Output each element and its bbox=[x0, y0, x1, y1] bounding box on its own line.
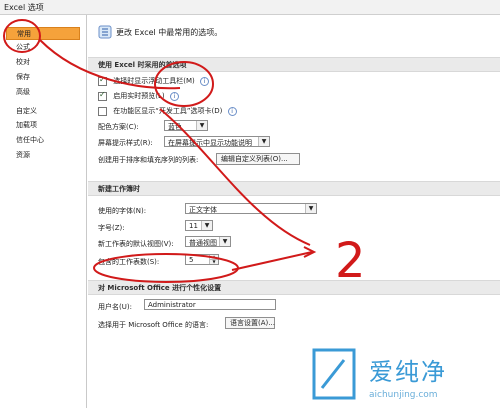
section-preferences: 使用 Excel 时采用的首选项 bbox=[88, 57, 500, 72]
sidebar-item-common[interactable]: 常用 bbox=[6, 27, 80, 40]
sheet-count-stepper[interactable]: 5 ▲ ▼ bbox=[185, 254, 219, 265]
screentip-value: 在屏幕提示中显示功能说明 bbox=[168, 139, 252, 147]
font-value: 正文字体 bbox=[189, 206, 217, 214]
sidebar-item-customize[interactable]: 自定义 bbox=[6, 105, 80, 118]
label-font: 使用的字体(N): bbox=[98, 207, 147, 215]
info-icon: i bbox=[169, 91, 179, 101]
edit-custom-lists-button[interactable]: 编辑自定义列表(O)... bbox=[216, 153, 300, 165]
font-size-select[interactable]: 11 ▼ bbox=[185, 220, 213, 231]
option-live-preview[interactable]: 启用实时预览(L) i bbox=[98, 90, 179, 101]
header: 更改 Excel 中最常用的选项。 bbox=[88, 15, 500, 47]
sidebar-item-formulas[interactable]: 公式 bbox=[6, 41, 80, 54]
watermark-logo-icon bbox=[312, 348, 356, 400]
label-language: 选择用于 Microsoft Office 的语言: bbox=[98, 321, 209, 329]
sidebar: 常用 公式 校对 保存 高级 自定义 加载项 信任中心 资源 bbox=[0, 15, 87, 408]
option-developer-tab[interactable]: 在功能区显示“开发工具”选项卡(D) i bbox=[98, 106, 237, 116]
chevron-down-icon: ▼ bbox=[219, 237, 230, 246]
checkbox-mini-toolbar[interactable] bbox=[98, 75, 107, 86]
username-input[interactable]: Administrator bbox=[144, 299, 276, 310]
watermark-text: 爱纯净 bbox=[369, 358, 447, 386]
label-screentip: 屏幕提示样式(R): bbox=[98, 139, 153, 147]
chevron-down-icon: ▼ bbox=[305, 204, 316, 213]
label-color-scheme: 配色方案(C): bbox=[98, 123, 139, 131]
checkbox-developer-tab[interactable] bbox=[98, 106, 107, 116]
sidebar-item-save[interactable]: 保存 bbox=[6, 71, 80, 84]
label-mini-toolbar: 选择时显示浮动工具栏(M) bbox=[113, 77, 195, 85]
title-bar: Excel 选项 bbox=[0, 0, 500, 15]
label-username: 用户名(U): bbox=[98, 303, 132, 311]
checkbox-live-preview[interactable] bbox=[98, 90, 107, 101]
section-new-workbook: 新建工作簿时 bbox=[88, 181, 500, 196]
sidebar-item-advanced[interactable]: 高级 bbox=[6, 86, 80, 99]
option-mini-toolbar[interactable]: 选择时显示浮动工具栏(M) i bbox=[98, 75, 209, 86]
chevron-down-icon: ▼ bbox=[196, 121, 207, 130]
info-icon: i bbox=[199, 76, 209, 86]
sidebar-item-trust-center[interactable]: 信任中心 bbox=[6, 134, 80, 147]
section-title: 对 Microsoft Office 进行个性化设置 bbox=[98, 284, 222, 292]
screentip-select[interactable]: 在屏幕提示中显示功能说明 ▼ bbox=[164, 136, 270, 147]
window-title: Excel 选项 bbox=[4, 3, 44, 12]
color-scheme-select[interactable]: 蓝色 ▼ bbox=[164, 120, 208, 131]
label-default-view: 新工作表的默认视图(V): bbox=[98, 240, 174, 248]
font-size-value: 11 bbox=[189, 222, 198, 230]
label-sheet-count: 包含的工作表数(S): bbox=[98, 258, 160, 266]
sidebar-item-proofing[interactable]: 校对 bbox=[6, 56, 80, 69]
chevron-down-icon[interactable]: ▼ bbox=[209, 260, 218, 264]
label-developer-tab: 在功能区显示“开发工具”选项卡(D) bbox=[113, 107, 223, 115]
language-settings-button[interactable]: 语言设置(A)... bbox=[225, 317, 275, 329]
chevron-down-icon: ▼ bbox=[201, 221, 212, 230]
section-title: 新建工作簿时 bbox=[98, 185, 140, 193]
sheet-count-value: 5 bbox=[189, 256, 194, 264]
default-view-select[interactable]: 普通视图 ▼ bbox=[185, 236, 231, 247]
sidebar-item-addins[interactable]: 加载项 bbox=[6, 119, 80, 132]
font-select[interactable]: 正文字体 ▼ bbox=[185, 203, 317, 214]
info-icon: i bbox=[227, 106, 237, 116]
default-view-value: 普通视图 bbox=[189, 239, 217, 247]
label-font-size: 字号(Z): bbox=[98, 224, 125, 232]
sidebar-item-resources[interactable]: 资源 bbox=[6, 149, 80, 162]
section-personalize: 对 Microsoft Office 进行个性化设置 bbox=[88, 280, 500, 295]
color-scheme-value: 蓝色 bbox=[168, 123, 182, 131]
content-pane: 更改 Excel 中最常用的选项。 使用 Excel 时采用的首选项 选择时显示… bbox=[88, 15, 500, 408]
label-custom-lists: 创建用于排序和填充序列的列表: bbox=[98, 156, 199, 164]
label-live-preview: 启用实时预览(L) bbox=[113, 92, 165, 100]
section-title: 使用 Excel 时采用的首选项 bbox=[98, 61, 187, 69]
header-text: 更改 Excel 中最常用的选项。 bbox=[116, 28, 223, 37]
watermark-url: aichunjing.com bbox=[369, 390, 438, 400]
chevron-down-icon: ▼ bbox=[258, 137, 269, 146]
excel-options-icon bbox=[98, 25, 112, 39]
